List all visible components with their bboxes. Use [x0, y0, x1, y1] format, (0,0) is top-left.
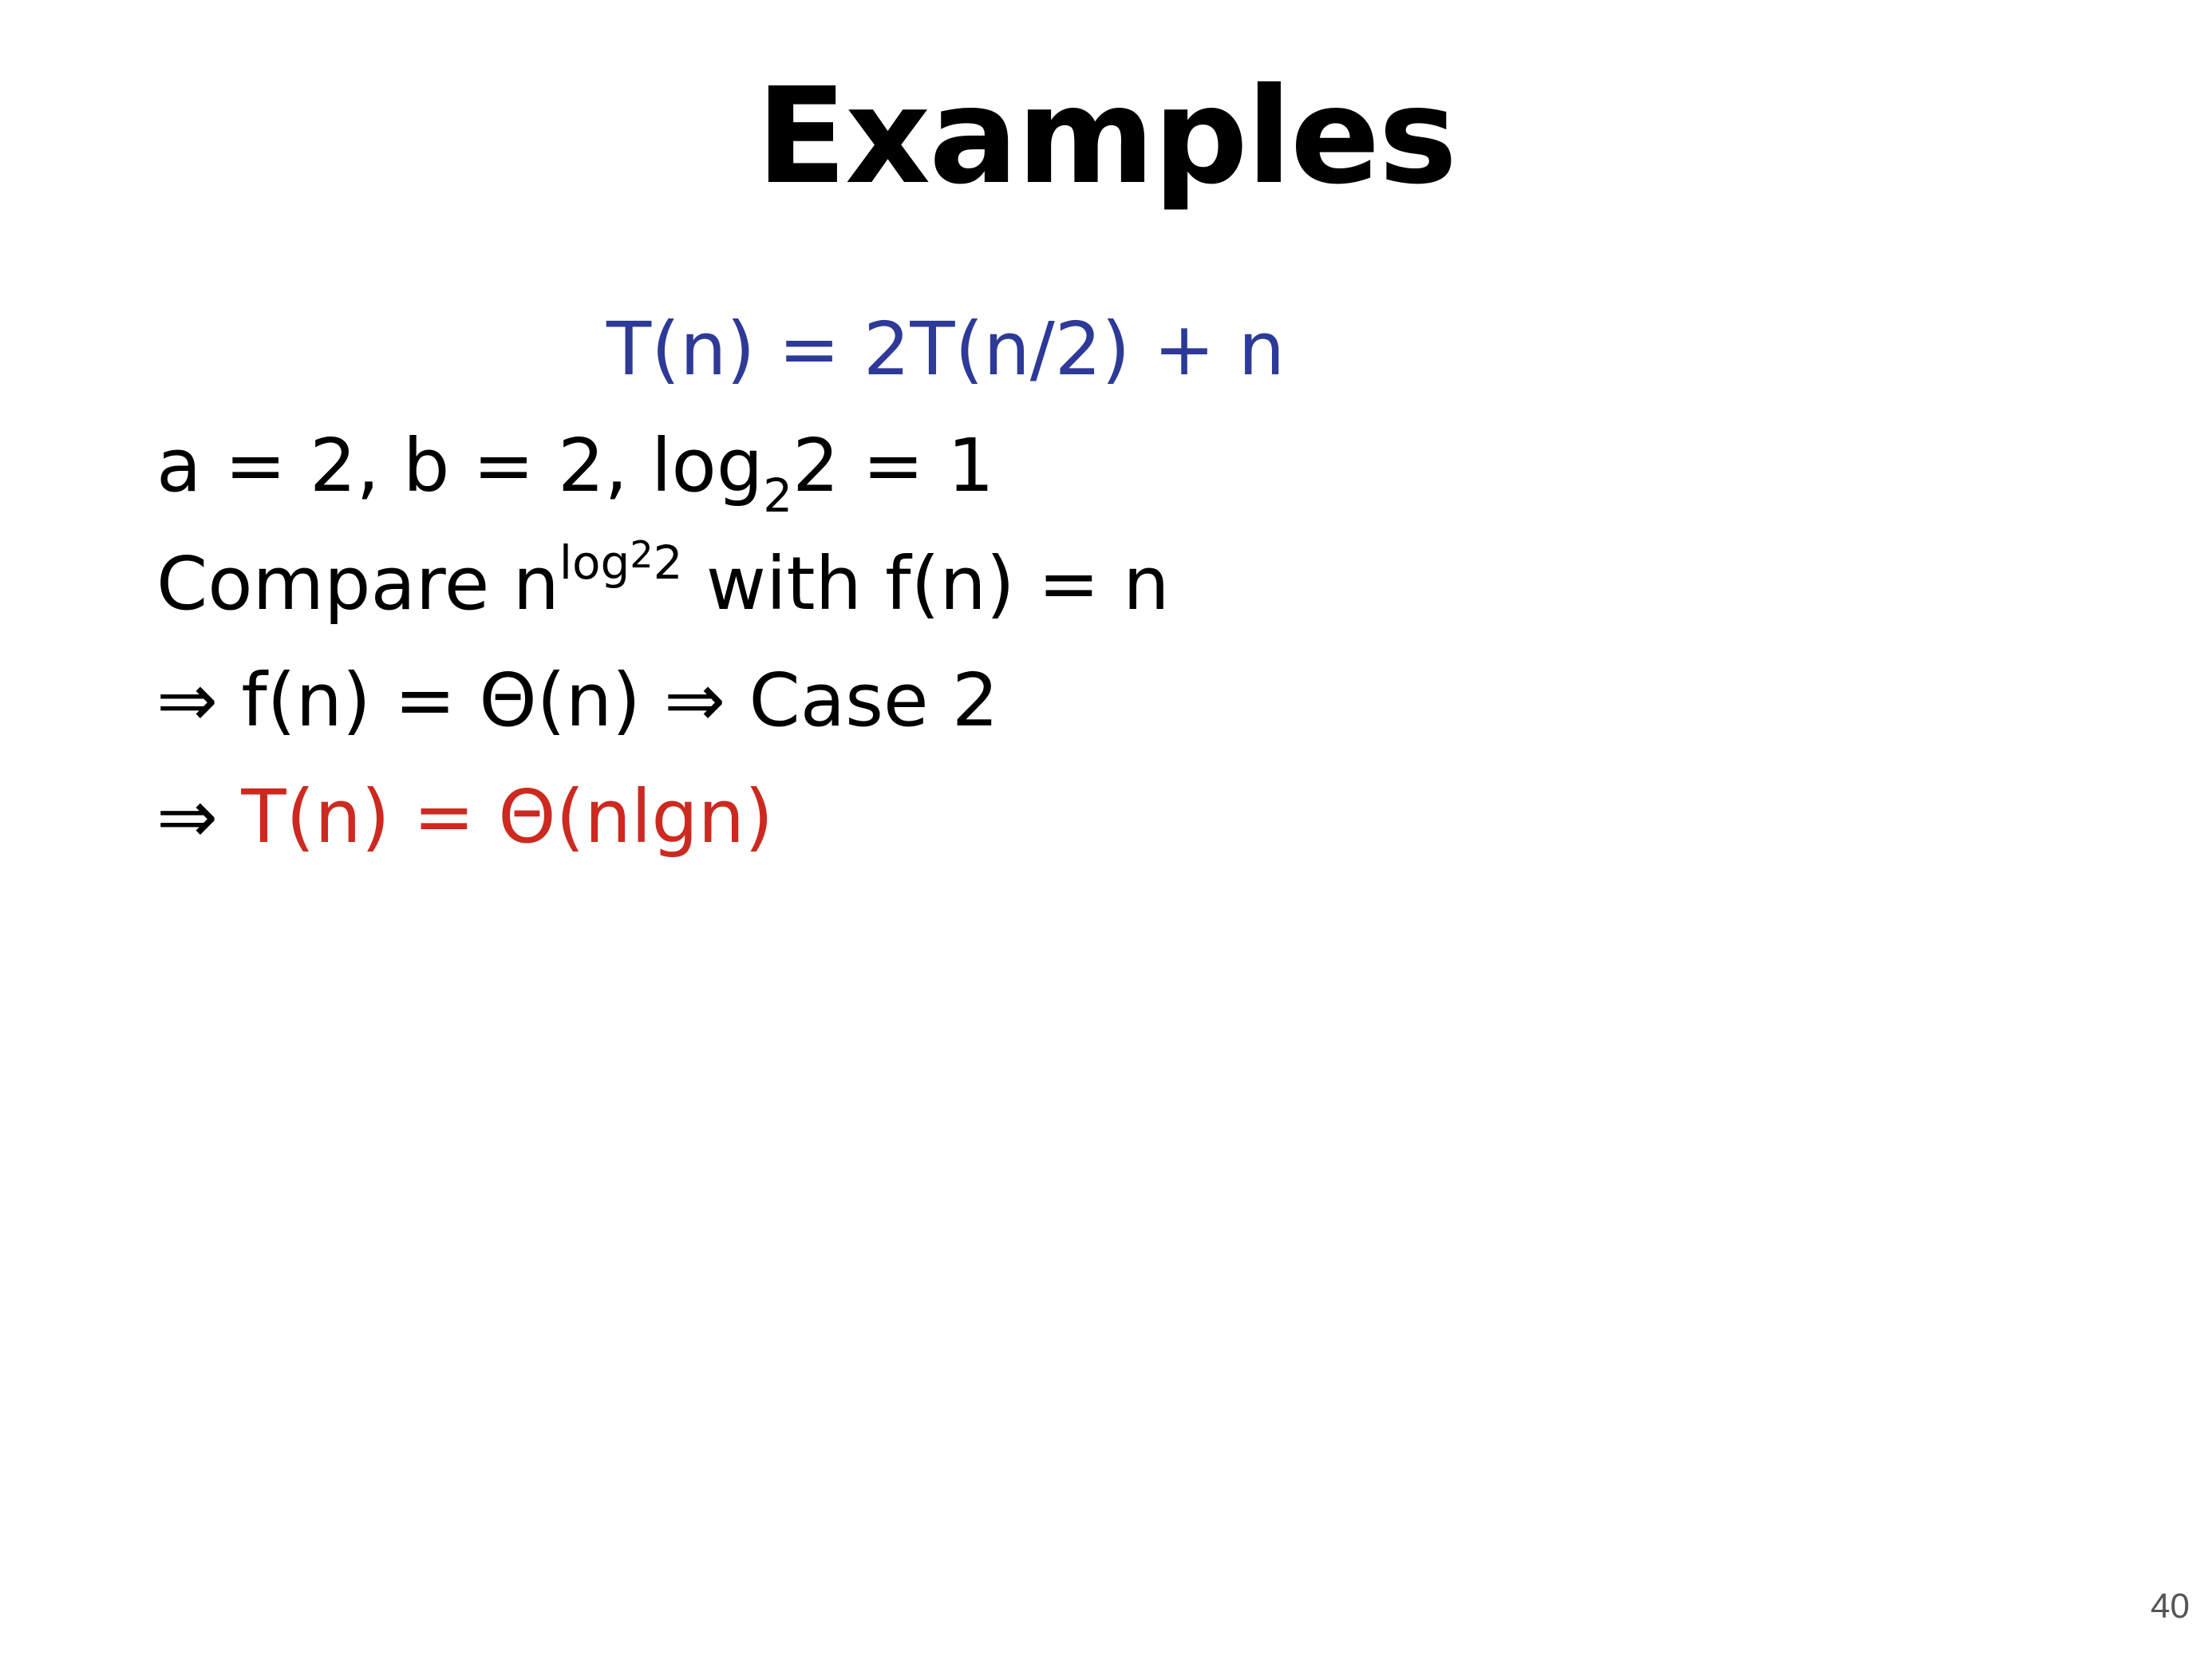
implies-arrow-icon: ⇒ — [156, 658, 219, 743]
parameters-text-end: 2 = 1 — [792, 423, 994, 508]
case-line: ⇒ f(n) = Θ(n) ⇒ Case 2 — [156, 653, 998, 749]
case-text: f(n) = Θ(n) ⇒ Case 2 — [218, 658, 999, 743]
slide-title: Examples — [756, 60, 1458, 214]
compare-line: Compare nlog22 with f(n) = n — [156, 533, 1170, 644]
exponent: log22 — [559, 533, 683, 590]
exponent-log-arg: 2 — [653, 536, 683, 590]
exponent-log: log — [559, 536, 630, 590]
implies-arrow-icon: ⇒ — [156, 774, 219, 860]
log-base-subscript: 2 — [763, 468, 793, 523]
parameters-text: a = 2, b = 2, log — [156, 423, 764, 508]
slide: Examples T(n) = 2T(n/2) + n a = 2, b = 2… — [0, 0, 2212, 1660]
exponent-log-base: 2 — [630, 533, 654, 576]
compare-text: Compare n — [156, 541, 559, 626]
result-text: T(n) = Θ(nlgn) — [218, 774, 773, 860]
page-number: 40 — [2151, 1587, 2190, 1626]
result-line: ⇒ T(n) = Θ(nlgn) — [156, 769, 773, 865]
compare-text-end: with f(n) = n — [682, 541, 1170, 626]
parameters-line: a = 2, b = 2, log22 = 1 — [156, 418, 994, 523]
recurrence-equation: T(n) = 2T(n/2) + n — [606, 306, 1286, 392]
